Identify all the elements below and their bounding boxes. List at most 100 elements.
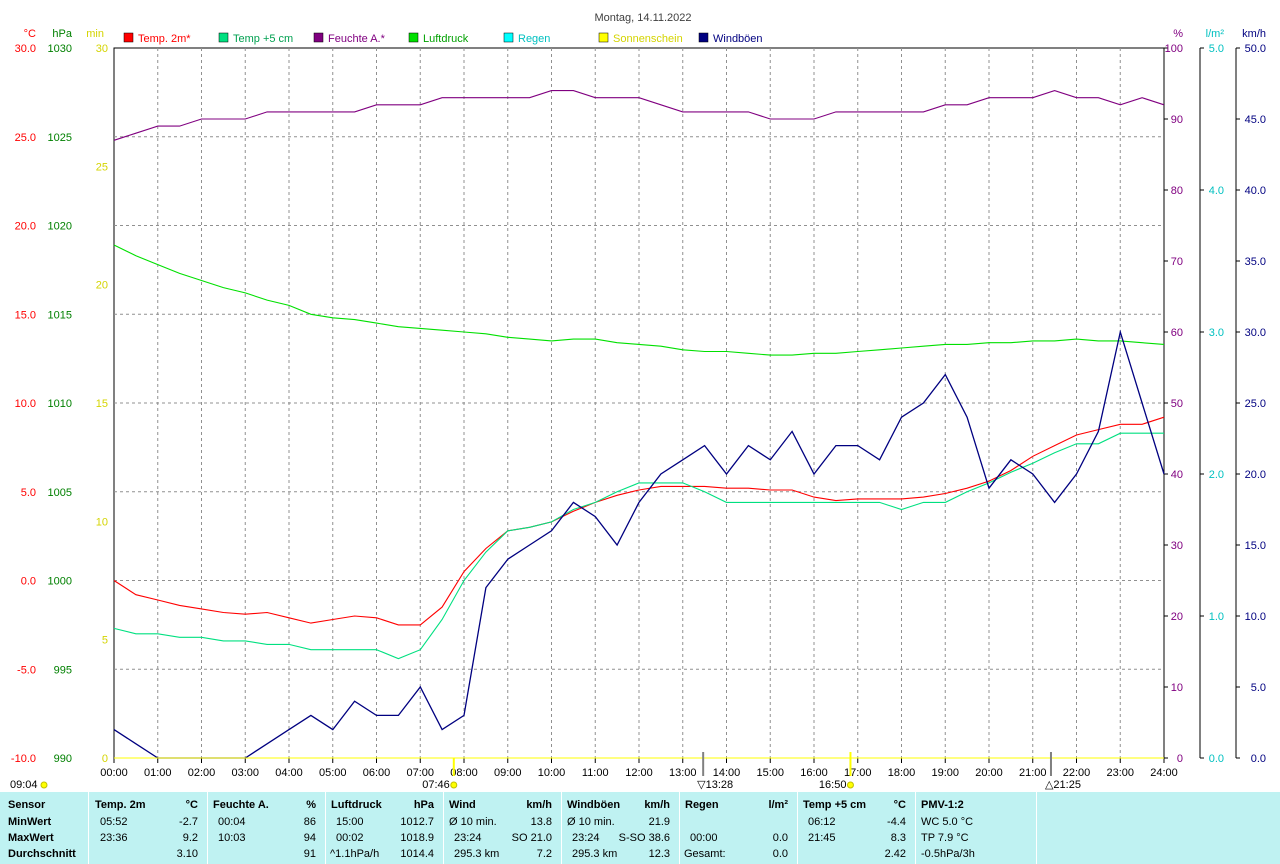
pct-axis-tick-label: 90 [1171,114,1183,126]
x-tick-label: 11:00 [582,767,609,779]
pct-axis-tick-label: 20 [1171,611,1183,623]
kmh-axis-tick-label: 40.0 [1245,185,1266,197]
temp-axis-tick-label: 15.0 [15,309,36,321]
feuchte-unit: % [306,799,316,811]
x-tick-label: 06:00 [363,767,391,779]
min-axis-tick-label: 0 [102,753,108,765]
kmh-axis-tick-label: 15.0 [1245,540,1266,552]
luftdruck-min-time: 15:00 [336,816,364,828]
lm2-axis-tick-label: 1.0 [1209,611,1224,623]
x-tick-label: 03:00 [231,767,259,779]
label-avg: Durchschnitt [8,848,76,860]
pct-axis-tick-label: 100 [1165,43,1183,55]
windboeen-max-time: 23:24 [572,832,600,844]
luftdruck-max-time: 00:02 [336,832,364,844]
temp-axis-tick-label: -5.0 [17,664,36,676]
sunrise-icon [450,781,458,789]
kmh-axis-tick-label: 45.0 [1245,114,1266,126]
x-tick-label: 10:00 [538,767,566,779]
x-tick-label: 19:00 [931,767,959,779]
kmh-axis-tick-label: 10.0 [1245,611,1266,623]
feuchte-header: Feuchte A. [213,799,269,811]
wind-avg-label: Ø 10 min. [449,816,497,828]
luftdruck-avg: 1014.4 [400,848,434,860]
legend-label: Feuchte A.* [328,33,386,45]
lm2-axis-tick-label: 4.0 [1209,185,1224,197]
feuchte-min-time: 00:04 [218,816,246,828]
legend-label: Regen [518,33,550,45]
pct-axis-tick-label: 0 [1177,753,1183,765]
x-tick-label: 24:00 [1150,767,1178,779]
temp-axis-tick-label: 5.0 [21,487,36,499]
hpa-axis-tick-label: 995 [54,664,72,676]
x-tick-label: 04:00 [275,767,303,779]
temp-axis-tick-label: -10.0 [11,753,36,765]
windboeen-max: S-SO 38.6 [618,832,670,844]
sun-icon [40,781,48,789]
x-tick-label: 23:00 [1106,767,1134,779]
kmh-axis-tick-label: 5.0 [1251,682,1266,694]
x-tick-label: 05:00 [319,767,347,779]
feuchte-min: 86 [303,816,316,828]
luftdruck-trend: ^1.1hPa/h [330,848,380,860]
regen-header: Regen [685,799,719,811]
kmh-axis-tick-label: 0.0 [1251,753,1266,765]
min-axis-tick-label: 10 [96,516,108,528]
temp-axis-unit-label: °C [24,28,36,40]
min-axis-unit-label: min [86,28,104,40]
temp5cm-max: 8.3 [890,832,906,844]
sunset-icon [846,781,854,789]
temp5cm-max-time: 21:45 [808,832,836,844]
windboeen-unit: km/h [644,799,670,811]
luftdruck-max: 1018.9 [400,832,434,844]
regen-val: 0.0 [772,832,788,844]
hpa-axis-tick-label: 1005 [48,487,72,499]
label-max: MaxWert [8,832,54,844]
x-tick-label: 13:00 [669,767,697,779]
pct-axis-tick-label: 10 [1171,682,1183,694]
x-tick-label: 18:00 [888,767,916,779]
legend-swatch [698,32,709,43]
x-tick-label: 17:00 [844,767,872,779]
legend-swatch [123,32,134,43]
lm2-axis-tick-label: 0.0 [1209,753,1224,765]
min-axis-tick-label: 25 [96,161,108,173]
legend-label: Temp. 2m* [138,33,191,45]
col-luftdruck: Luftdruck hPa 15:00 1012.7 00:02 1018.9 … [326,792,444,864]
windboeen-dist-val: 12.3 [648,848,670,860]
temp-axis-tick-label: 20.0 [15,221,36,233]
legend-label: Temp +5 cm [233,33,293,45]
legend-swatch [598,32,609,43]
col-pmv: PMV-1:2 WC 5.0 °C TP 7.9 °C -0.5hPa/3h [916,792,1036,864]
x-tick-label: 01:00 [144,767,172,779]
weather-chart: Montag, 14.11.2022 Temp. 2m* Temp +5 cm Fe… [10,12,1266,791]
wind-unit: km/h [526,799,552,811]
temp2m-max: 9.2 [182,832,198,844]
x-tick-label: 00:00 [100,767,128,779]
label-min: MinWert [8,816,52,828]
luftdruck-header: Luftdruck [331,799,382,811]
x-tick-label: 12:00 [625,767,653,779]
legend-swatch [218,32,229,43]
label-sensor: Sensor [8,799,46,811]
temp5cm-min-time: 06:12 [808,816,836,828]
x-tick-label: 14:00 [713,767,741,779]
pct-axis-tick-label: 70 [1171,256,1183,268]
col-feuchte: Feuchte A. % 00:04 86 10:03 94 91 [208,792,326,864]
hpa-axis-tick-label: 1010 [48,398,72,410]
hpa-axis-unit-label: hPa [52,28,72,40]
pct-axis-tick-label: 80 [1171,185,1183,197]
sunrise-label: 07:46 [422,779,450,791]
regen-total: 0.0 [772,848,788,860]
temp-axis-tick-label: 0.0 [21,576,36,588]
hpa-axis-tick-label: 1000 [48,576,72,588]
kmh-axis-tick-label: 30.0 [1245,327,1266,339]
temp5cm-header: Temp +5 cm [803,799,867,811]
legend: Temp. 2m* Temp +5 cm Feuchte A.* Luftdruck R… [123,32,763,45]
min-axis-tick-label: 30 [96,43,108,55]
temp5cm-min: -4.4 [887,816,906,828]
min-axis-tick-label: 20 [96,280,108,292]
wind-max-time: 23:24 [454,832,482,844]
temp2m-unit: °C [185,799,198,811]
legend-swatch [503,32,514,43]
